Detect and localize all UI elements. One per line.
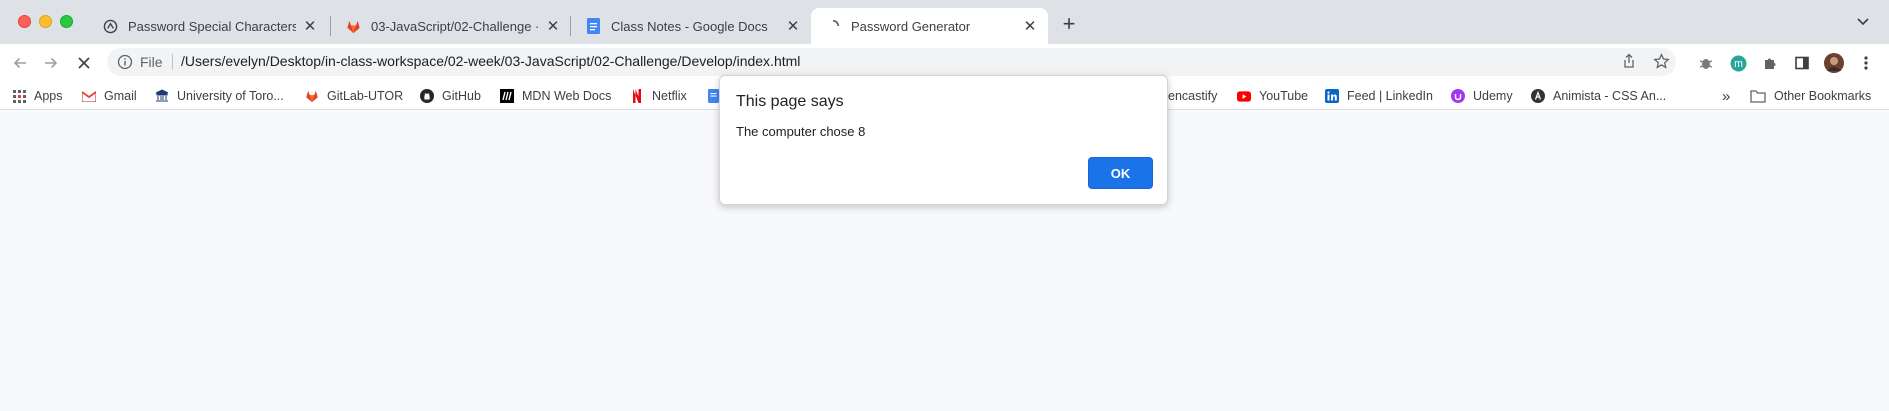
bookmark-label: Netflix — [652, 89, 687, 103]
youtube-icon — [1237, 89, 1251, 103]
bookmark-label: GitLab-UTOR — [327, 89, 404, 103]
url-text[interactable]: /Users/evelyn/Desktop/in-class-workspace… — [181, 53, 800, 69]
window-minimize-button[interactable] — [39, 15, 52, 28]
github-icon — [420, 89, 434, 103]
bookmark-label: Udemy — [1473, 89, 1513, 103]
bookmark-label: MDN Web Docs — [522, 89, 612, 103]
bookmark-mdn[interactable]: MDN Web Docs — [500, 87, 611, 105]
profile-initial-text: m — [1734, 58, 1743, 70]
tab-close-icon[interactable]: ✕ — [785, 18, 801, 35]
mdn-icon — [500, 89, 514, 103]
bookmark-apps[interactable]: Apps — [12, 87, 63, 105]
other-bookmarks[interactable]: Other Bookmarks — [1750, 87, 1871, 105]
tab-close-icon[interactable]: ✕ — [302, 18, 318, 35]
bookmark-github[interactable]: GitHub — [420, 87, 481, 105]
udemy-icon — [1451, 89, 1465, 103]
site-info-icon[interactable] — [117, 54, 133, 70]
omnibox-divider — [172, 54, 173, 70]
gitlab-icon — [305, 89, 319, 103]
bookmark-label: YouTube — [1259, 89, 1309, 103]
back-icon[interactable] — [9, 52, 31, 74]
bookmark-university[interactable]: University of Toro... — [155, 87, 284, 105]
tab-password-generator[interactable]: Password Generator ✕ — [811, 8, 1048, 44]
bookmark-linkedin[interactable]: Feed | LinkedIn — [1325, 87, 1433, 105]
chrome-menu-icon[interactable] — [1856, 53, 1876, 73]
window-close-button[interactable] — [18, 15, 31, 28]
share-icon[interactable] — [1621, 53, 1639, 71]
window-maximize-button[interactable] — [60, 15, 73, 28]
tab-search-chevron-icon[interactable] — [1856, 14, 1876, 34]
bookmark-animista[interactable]: Animista - CSS An... — [1531, 87, 1666, 105]
netflix-icon — [630, 89, 644, 103]
bookmark-label: University of Toro... — [177, 89, 284, 103]
university-icon — [155, 89, 169, 103]
tab-gitlab-challenge[interactable]: 03-JavaScript/02-Challenge · G ✕ — [331, 8, 571, 44]
bookmark-label: Feed | LinkedIn — [1347, 89, 1433, 103]
gitlab-icon — [345, 18, 361, 34]
bookmark-netflix[interactable]: Netflix — [630, 87, 687, 105]
google-docs-icon — [706, 89, 720, 103]
alert-dialog: This page says The computer chose 8 OK — [719, 75, 1168, 205]
new-tab-button[interactable]: + — [1057, 13, 1081, 37]
tab-title: Class Notes - Google Docs — [611, 18, 768, 34]
tab-strip: Password Special Characters | ✕ 03-JavaS… — [0, 0, 1889, 44]
bookmark-gitlab-utor[interactable]: GitLab-UTOR — [305, 87, 403, 105]
address-bar[interactable]: File /Users/evelyn/Desktop/in-class-work… — [107, 48, 1676, 76]
bookmark-gmail[interactable]: Gmail — [82, 87, 137, 105]
bookmark-label: Apps — [34, 89, 63, 103]
apps-grid-icon — [12, 89, 26, 103]
animista-icon — [1531, 89, 1545, 103]
dialog-message: The computer chose 8 — [736, 124, 866, 139]
bookmark-label: encastify — [1168, 89, 1218, 103]
bookmark-youtube[interactable]: YouTube — [1237, 87, 1308, 105]
stop-loading-icon[interactable] — [73, 52, 95, 74]
other-bookmarks-label: Other Bookmarks — [1774, 89, 1872, 103]
bookmark-screencastify[interactable]: encastify — [1168, 87, 1217, 105]
gmail-icon — [82, 89, 96, 103]
dialog-title: This page says — [736, 93, 844, 110]
tab-close-icon[interactable]: ✕ — [1022, 18, 1038, 35]
tab-title: Password Special Characters | — [128, 18, 296, 34]
tab-password-special-characters[interactable]: Password Special Characters | ✕ — [88, 8, 328, 44]
extensions-puzzle-icon[interactable] — [1760, 53, 1780, 73]
folder-icon — [1750, 89, 1766, 103]
bookmark-label: Animista - CSS An... — [1553, 89, 1667, 103]
google-docs-icon — [585, 18, 601, 34]
momentum-extension-icon[interactable]: m — [1728, 53, 1748, 73]
bookmark-star-icon[interactable] — [1653, 53, 1671, 71]
bug-extension-icon[interactable] — [1696, 53, 1716, 73]
tab-close-icon[interactable]: ✕ — [545, 18, 561, 35]
bookmark-udemy[interactable]: Udemy — [1451, 87, 1513, 105]
forward-icon[interactable] — [40, 52, 62, 74]
tab-title: Password Generator — [851, 18, 971, 34]
side-panel-icon[interactable] — [1792, 53, 1812, 73]
linkedin-icon — [1325, 89, 1339, 103]
scheme-label: File — [140, 54, 163, 70]
bookmarks-overflow-button[interactable]: » — [1722, 87, 1730, 105]
tab-class-notes[interactable]: Class Notes - Google Docs ✕ — [571, 8, 811, 44]
bookmark-label: GitHub — [442, 89, 481, 103]
profile-avatar[interactable] — [1824, 53, 1844, 73]
loading-icon — [825, 18, 841, 34]
ok-button[interactable]: OK — [1088, 157, 1153, 189]
owasp-icon — [102, 18, 118, 34]
tab-title: 03-JavaScript/02-Challenge · G — [371, 18, 539, 34]
bookmark-label: Gmail — [104, 89, 137, 103]
